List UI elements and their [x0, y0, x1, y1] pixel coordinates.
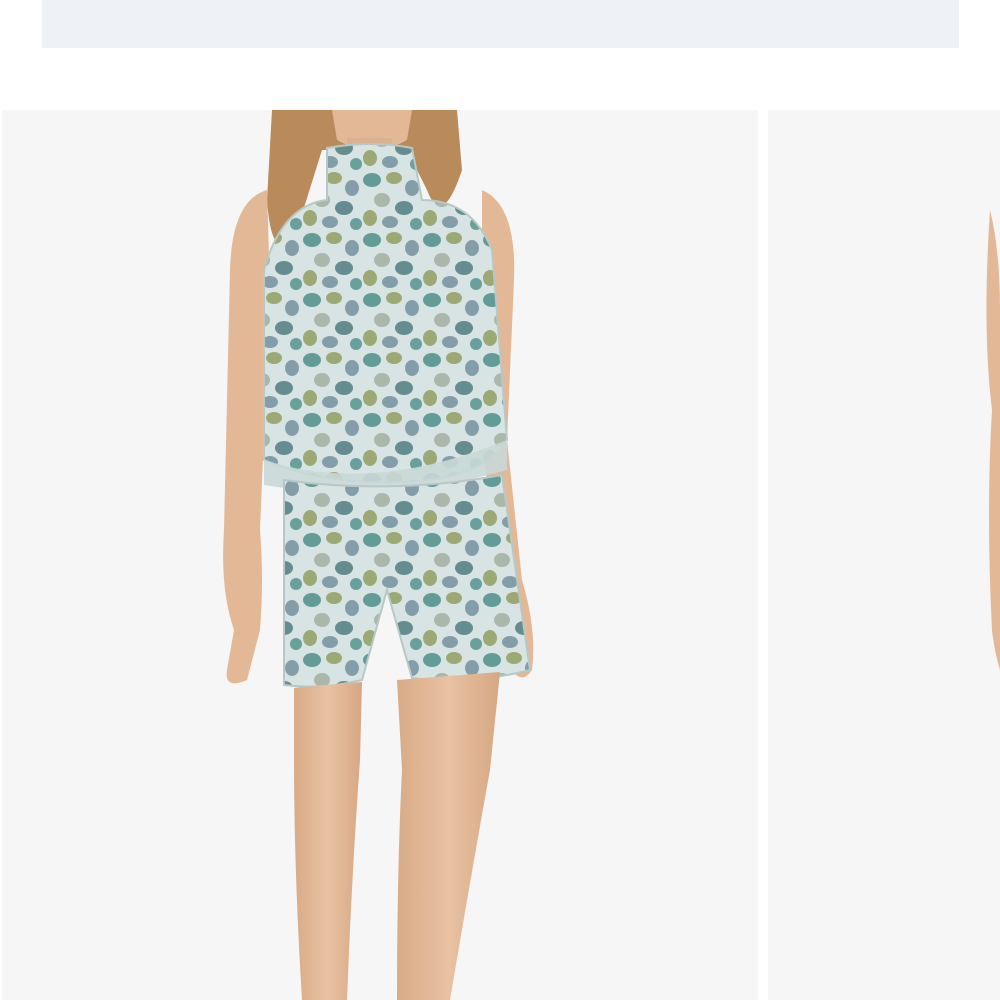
romper-illustration [223, 110, 534, 1000]
top-banner [42, 0, 959, 48]
romper-shorts [283, 473, 532, 688]
product-image-main[interactable] [2, 110, 758, 1000]
right-leg [397, 672, 500, 1000]
next-image-preview [986, 210, 1000, 670]
next-image-arm [986, 210, 1000, 670]
left-arm [223, 190, 270, 684]
product-image-gallery[interactable] [0, 110, 1000, 1000]
product-image-next[interactable] [768, 110, 1000, 1000]
left-leg [294, 682, 362, 1000]
